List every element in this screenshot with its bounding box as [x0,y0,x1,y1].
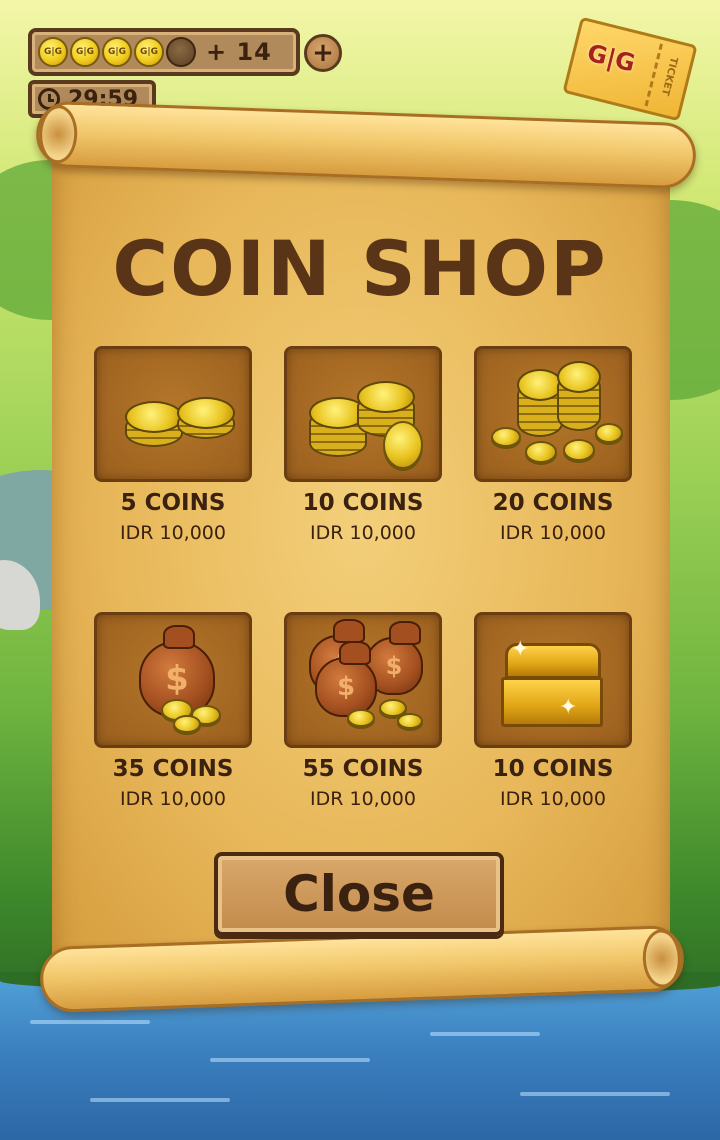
ticket-perforation [644,43,663,107]
scroll-roll-end [38,104,79,164]
lives-bar: G|G G|G G|G G|G + 14 [28,28,300,76]
item-name: 55 COINS [302,756,424,782]
item-price: IDR 10,000 [310,522,416,544]
item-price: IDR 10,000 [120,788,226,810]
treasure-chest-icon: ✦ ✦ [474,612,632,748]
item-name: 10 COINS [492,756,614,782]
shop-title: COIN SHOP [112,224,608,313]
shop-item-55-coins[interactable]: $ $ $ 55 COINS IDR 10,000 [260,612,450,842]
coin-stack-small-icon [94,346,252,482]
life-coin-icon: G|G [38,37,68,67]
coin-pile-icon [474,346,632,482]
ticket-label: TICKET [658,55,679,97]
money-bag-icon: $ [94,612,252,748]
item-price: IDR 10,000 [120,522,226,544]
ticket-logo: G|G [584,38,638,78]
empty-life-slot-icon [166,37,196,67]
shop-item-10-coins[interactable]: 10 COINS IDR 10,000 [260,346,450,576]
shop-item-5-coins[interactable]: 5 COINS IDR 10,000 [70,346,260,576]
shop-item-35-coins[interactable]: $ 35 COINS IDR 10,000 [70,612,260,842]
lives-count: + 14 [206,38,272,66]
item-name: 20 COINS [492,490,614,516]
item-name: 5 COINS [120,490,226,516]
shop-item-20-coins[interactable]: 20 COINS IDR 10,000 [450,346,640,576]
item-price: IDR 10,000 [500,522,606,544]
scroll-roll-end [641,928,682,989]
item-name: 35 COINS [112,756,234,782]
item-price: IDR 10,000 [500,788,606,810]
life-coin-icon: G|G [70,37,100,67]
item-name: 10 COINS [302,490,424,516]
life-coin-icon: G|G [134,37,164,67]
life-coin-icon: G|G [102,37,132,67]
money-bags-icon: $ $ $ [284,612,442,748]
coin-stack-medium-icon [284,346,442,482]
add-lives-button[interactable]: + [304,34,342,72]
item-price: IDR 10,000 [310,788,416,810]
close-button[interactable]: Close [214,852,504,936]
shop-item-treasure-chest[interactable]: ✦ ✦ 10 COINS IDR 10,000 [450,612,640,842]
